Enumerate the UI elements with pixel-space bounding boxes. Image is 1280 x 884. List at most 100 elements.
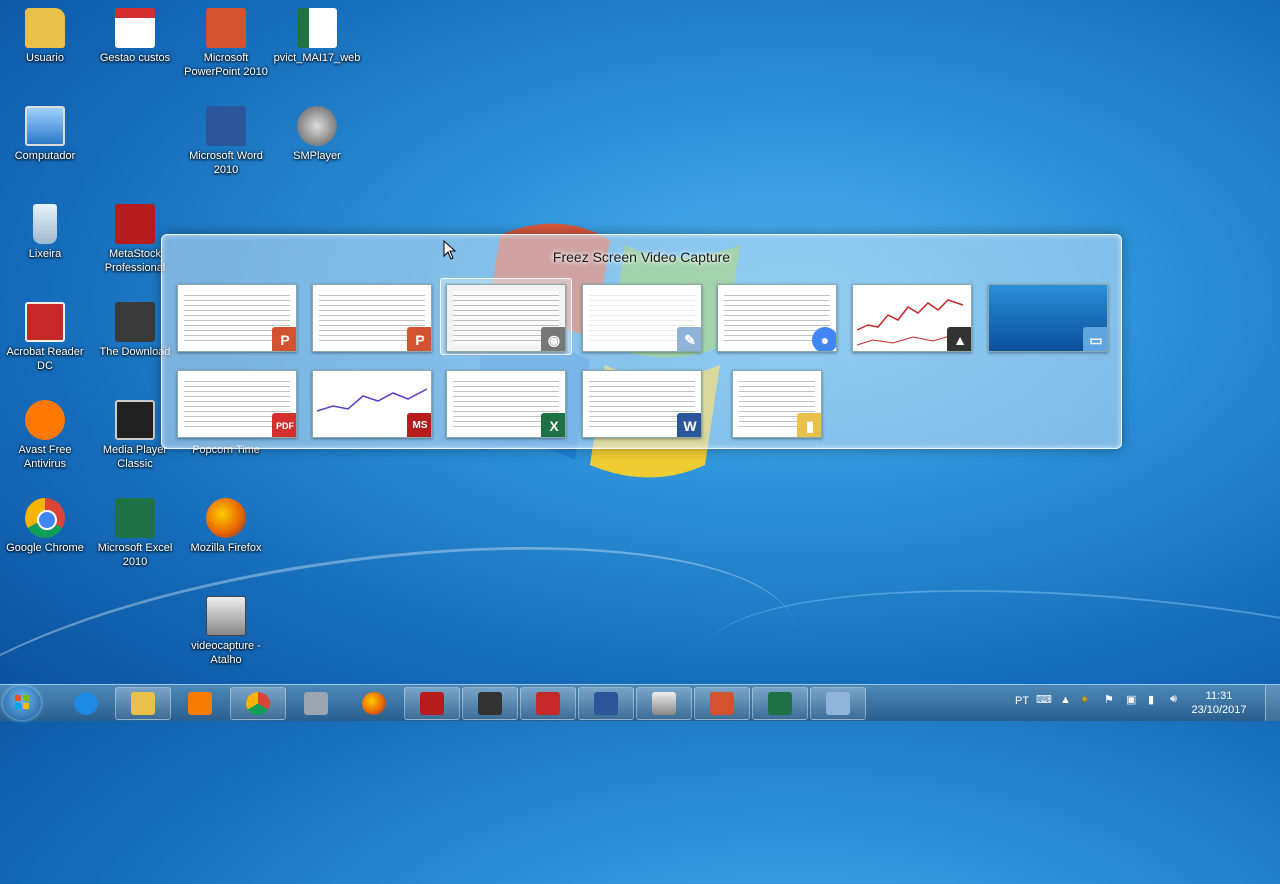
- desktop-icon-smplayer[interactable]: SMPlayer: [272, 102, 362, 163]
- chrome-icon: ●: [812, 327, 836, 351]
- system-tray: PT ⌨ ▲ ✶ ⚑ ▣ ▮ 🔊︎ 11:31 23/10/2017: [1000, 685, 1280, 721]
- smplayer-icon: [297, 106, 337, 146]
- taskbar-media-player[interactable]: [172, 687, 228, 720]
- powerpoint-icon: [206, 8, 246, 48]
- word-icon: [206, 106, 246, 146]
- icon-label: videocapture - Atalho: [191, 640, 261, 666]
- calculator-icon: [304, 692, 328, 715]
- alt-tab-title: Freez Screen Video Capture: [552, 249, 731, 265]
- taskbar-calculator[interactable]: [288, 687, 344, 720]
- icon-label: Mozilla Firefox: [190, 542, 262, 554]
- camera-icon: [206, 596, 246, 636]
- icon-label: Usuario: [26, 52, 64, 64]
- window-thumbnail[interactable]: ◉: [446, 284, 566, 352]
- clock-time: 11:31: [1205, 690, 1233, 702]
- desktop-icon-gestao-custos[interactable]: Gestao custos: [90, 4, 180, 65]
- security-icon[interactable]: ▣: [1126, 693, 1136, 706]
- show-desktop-button[interactable]: [1265, 685, 1280, 721]
- taskbar-powerpoint[interactable]: [694, 687, 750, 720]
- file-explorer-icon: [131, 692, 155, 715]
- language-indicator[interactable]: PT: [1015, 695, 1029, 707]
- pdf-icon: PDF: [272, 413, 296, 437]
- taskbar-chrome[interactable]: [230, 687, 286, 720]
- show-hidden-icons-button[interactable]: ▲: [1060, 694, 1071, 706]
- mouse-cursor-icon: [443, 240, 457, 260]
- desktop-icon-usuario[interactable]: Usuario: [0, 4, 90, 65]
- window-thumbnail[interactable]: P: [312, 284, 432, 352]
- desktop-icon-videocapture[interactable]: videocapture - Atalho: [181, 592, 271, 667]
- window-thumbnail[interactable]: P: [177, 284, 297, 352]
- window-thumbnail[interactable]: W: [582, 370, 702, 438]
- taskbar-explorer[interactable]: [115, 687, 171, 720]
- desktop-icon-computador[interactable]: Computador: [0, 102, 90, 163]
- folder-icon: ▮: [797, 413, 821, 437]
- firefox-icon: [362, 692, 386, 715]
- desktop-icon-pvict[interactable]: pvict_MAI17_web: [272, 4, 362, 65]
- icon-label: Microsoft PowerPoint 2010: [184, 52, 268, 78]
- flag-icon[interactable]: ⚑: [1104, 693, 1114, 706]
- word-icon: [594, 692, 618, 715]
- taskbar-chart-app[interactable]: [462, 687, 518, 720]
- window-thumbnail[interactable]: ✎: [582, 284, 702, 352]
- chart-app-icon: [478, 692, 502, 715]
- window-thumbnail[interactable]: ▲: [852, 284, 972, 352]
- acrobat-icon: [536, 692, 560, 715]
- powerpoint-icon: P: [407, 327, 431, 351]
- taskbar-acrobat[interactable]: [520, 687, 576, 720]
- icon-label: SMPlayer: [293, 150, 341, 162]
- desktop-icon-powerpoint[interactable]: Microsoft PowerPoint 2010: [181, 4, 271, 79]
- metastock-icon: [115, 204, 155, 244]
- excel-file-icon: [297, 8, 337, 48]
- powerpoint-icon: [710, 692, 734, 715]
- taskbar-word[interactable]: [578, 687, 634, 720]
- acrobat-icon: [25, 302, 65, 342]
- chrome-icon: [246, 692, 270, 715]
- clock-date: 23/10/2017: [1191, 704, 1247, 716]
- desktop-icon-firefox[interactable]: Mozilla Firefox: [181, 494, 271, 555]
- pdf-file-icon: [115, 8, 155, 48]
- taskbar-ie[interactable]: [58, 687, 114, 720]
- metastock-icon: MS: [407, 413, 431, 437]
- icon-label: pvict_MAI17_web: [273, 52, 361, 64]
- window-thumbnail[interactable]: ▭: [988, 284, 1108, 352]
- desktop-icon: ▭: [1083, 327, 1107, 351]
- avast-tray-icon[interactable]: ✶: [1080, 693, 1089, 706]
- chart-app-icon: ▲: [947, 327, 971, 351]
- firefox-icon: [206, 498, 246, 538]
- network-icon[interactable]: ▮: [1148, 693, 1154, 706]
- window-thumbnail[interactable]: ▮: [732, 370, 822, 438]
- window-thumbnail[interactable]: X: [446, 370, 566, 438]
- taskbar-paint[interactable]: [810, 687, 866, 720]
- windows-logo-icon: [15, 695, 29, 709]
- excel-icon: [115, 498, 155, 538]
- icon-label: Gestao custos: [99, 52, 171, 64]
- window-thumbnail[interactable]: MS: [312, 370, 432, 438]
- desktop-icon-chrome[interactable]: Google Chrome: [0, 494, 90, 555]
- media-player-classic-icon: [115, 400, 155, 440]
- taskbar-firefox[interactable]: [346, 687, 402, 720]
- desktop-icon-lixeira[interactable]: Lixeira: [0, 200, 90, 261]
- excel-icon: [768, 692, 792, 715]
- taskbar-excel[interactable]: [752, 687, 808, 720]
- start-button[interactable]: [3, 686, 41, 720]
- user-folder-icon: [25, 8, 65, 48]
- recycle-bin-icon: [33, 204, 57, 244]
- camera-icon: ◉: [541, 327, 565, 351]
- chrome-icon: [25, 498, 65, 538]
- metastock-icon: [420, 692, 444, 715]
- desktop-icon-avast[interactable]: Avast Free Antivirus: [0, 396, 90, 471]
- media-player-icon: [188, 692, 212, 715]
- keyboard-icon[interactable]: ⌨: [1036, 693, 1052, 706]
- taskbar-videocapture[interactable]: [636, 687, 692, 720]
- volume-icon[interactable]: 🔊︎: [1170, 693, 1177, 706]
- taskbar: PT ⌨ ▲ ✶ ⚑ ▣ ▮ 🔊︎ 11:31 23/10/2017: [0, 684, 1280, 721]
- window-thumbnail[interactable]: ●: [717, 284, 837, 352]
- clock[interactable]: 11:31 23/10/2017: [1184, 689, 1254, 717]
- paint-icon: [826, 692, 850, 715]
- desktop-icon-word[interactable]: Microsoft Word 2010: [181, 102, 271, 177]
- window-thumbnail[interactable]: PDF: [177, 370, 297, 438]
- downloader-icon: [115, 302, 155, 342]
- desktop-icon-excel[interactable]: Microsoft Excel 2010: [90, 494, 180, 569]
- taskbar-metastock[interactable]: [404, 687, 460, 720]
- desktop-icon-acrobat[interactable]: Acrobat Reader DC: [0, 298, 90, 373]
